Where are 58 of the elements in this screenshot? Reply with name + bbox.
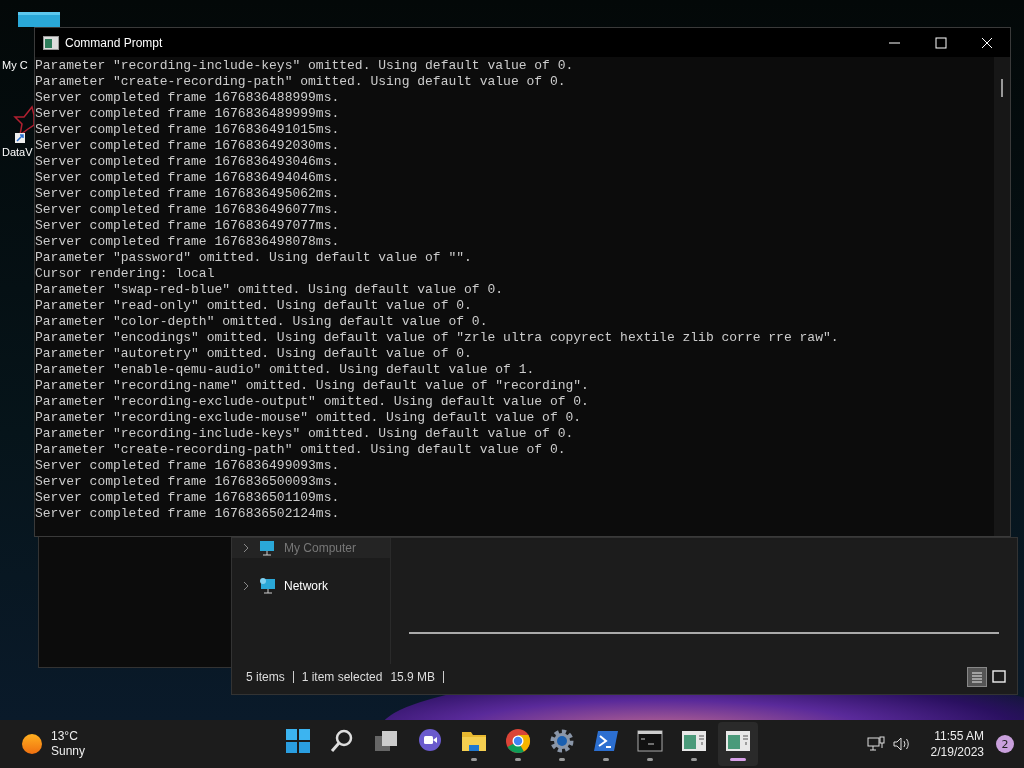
console-line: Server completed frame 1676836495062ms. bbox=[35, 186, 340, 202]
console-line: Parameter "encodings" omitted. Using default value of "zrle ultra copyrect hextile zlib corre rre raw". bbox=[35, 330, 839, 346]
terminal-icon bbox=[43, 35, 59, 50]
start-icon bbox=[284, 727, 312, 755]
network-icon[interactable] bbox=[866, 736, 885, 752]
nav-item[interactable]: Network bbox=[232, 576, 390, 596]
console-line: Cursor rendering: local bbox=[35, 266, 215, 282]
item-count: 5 items bbox=[246, 670, 285, 684]
console-line: Parameter "enable-qemu-audio" omitted. Using default value of 1. bbox=[35, 362, 535, 378]
taskbar-window-button[interactable] bbox=[718, 722, 758, 766]
console-line: Server completed frame 1676836496077ms. bbox=[35, 202, 340, 218]
volume-icon[interactable] bbox=[892, 736, 911, 752]
clock-time[interactable]: 11:55 AM bbox=[934, 728, 984, 744]
console-line: Parameter "read-only" omitted. Using default value of 0. bbox=[35, 298, 472, 314]
notification-badge[interactable]: 2 bbox=[996, 735, 1014, 753]
window-title: Command Prompt bbox=[65, 35, 163, 50]
chevron-icon[interactable] bbox=[242, 543, 250, 553]
console-line: Server completed frame 1676836501109ms. bbox=[35, 490, 340, 506]
chevron-icon[interactable] bbox=[242, 581, 250, 591]
console-line: Parameter "autoretry" omitted. Using default value of 0. bbox=[35, 346, 472, 362]
console-line: Parameter "recording-include-keys" omitted. Using default value of 0. bbox=[35, 426, 574, 442]
console-line: Server completed frame 1676836502124ms. bbox=[35, 506, 340, 522]
clock-date[interactable]: 2/19/2023 bbox=[930, 744, 984, 760]
network-icon bbox=[258, 577, 276, 595]
console-line: Server completed frame 1676836494046ms. bbox=[35, 170, 340, 186]
console-line: Server completed frame 1676836491015ms. bbox=[35, 122, 340, 138]
icon-label[interactable]: DataV bbox=[2, 146, 33, 158]
console-line: Server completed frame 1676836492030ms. bbox=[35, 138, 340, 154]
console-line: Parameter "recording-include-keys" omitted. Using default value of 0. bbox=[35, 58, 574, 74]
console-line: Parameter "swap-red-blue" omitted. Using default value of 0. bbox=[35, 282, 504, 298]
console-line: Server completed frame 1676836498078ms. bbox=[35, 234, 340, 250]
browser-icon bbox=[504, 727, 532, 755]
selection-info: 1 item selected bbox=[301, 670, 383, 684]
gear-icon bbox=[548, 727, 576, 755]
console-line: Server completed frame 1676836497077ms. bbox=[35, 218, 340, 234]
console-line: Parameter "create-recording-path" omitted. Using default value of 0. bbox=[35, 74, 566, 90]
temperature: 13°C bbox=[51, 729, 79, 744]
sun-icon bbox=[22, 734, 42, 754]
nav-item[interactable]: My Computer bbox=[232, 538, 390, 558]
computer-icon bbox=[258, 539, 276, 557]
file-size: 15.9 MB bbox=[390, 670, 436, 684]
console-line: Parameter "recording-exclude-mouse" omitted. Using default value of 0. bbox=[35, 410, 582, 426]
console-line: Parameter "recording-name" omitted. Using default value of "recording". bbox=[35, 378, 589, 394]
console-line: Server completed frame 1676836489999ms. bbox=[35, 106, 340, 122]
console-line: Server completed frame 1676836499093ms. bbox=[35, 458, 340, 474]
console-line: Parameter "color-depth" omitted. Using default value of 0. bbox=[35, 314, 488, 330]
icon-label[interactable]: My C bbox=[2, 59, 28, 71]
scrollbar[interactable] bbox=[409, 632, 999, 634]
star-icon[interactable] bbox=[12, 103, 34, 143]
scrollbar-thumb[interactable] bbox=[1001, 79, 1003, 97]
console-line: Server completed frame 1676836500093ms. bbox=[35, 474, 340, 490]
console-line: Server completed frame 1676836493046ms. bbox=[35, 154, 340, 170]
console-line: Server completed frame 1676836488999ms. bbox=[35, 90, 340, 106]
console-line: Parameter "password" omitted. Using default value of "". bbox=[35, 250, 472, 266]
terminal-icon bbox=[636, 727, 664, 755]
console-line: Parameter "recording-exclude-output" omitted. Using default value of 0. bbox=[35, 394, 589, 410]
weather-condition: Sunny bbox=[51, 744, 86, 759]
console-line: Parameter "create-recording-path" omitted. Using default value of 0. bbox=[35, 442, 566, 458]
